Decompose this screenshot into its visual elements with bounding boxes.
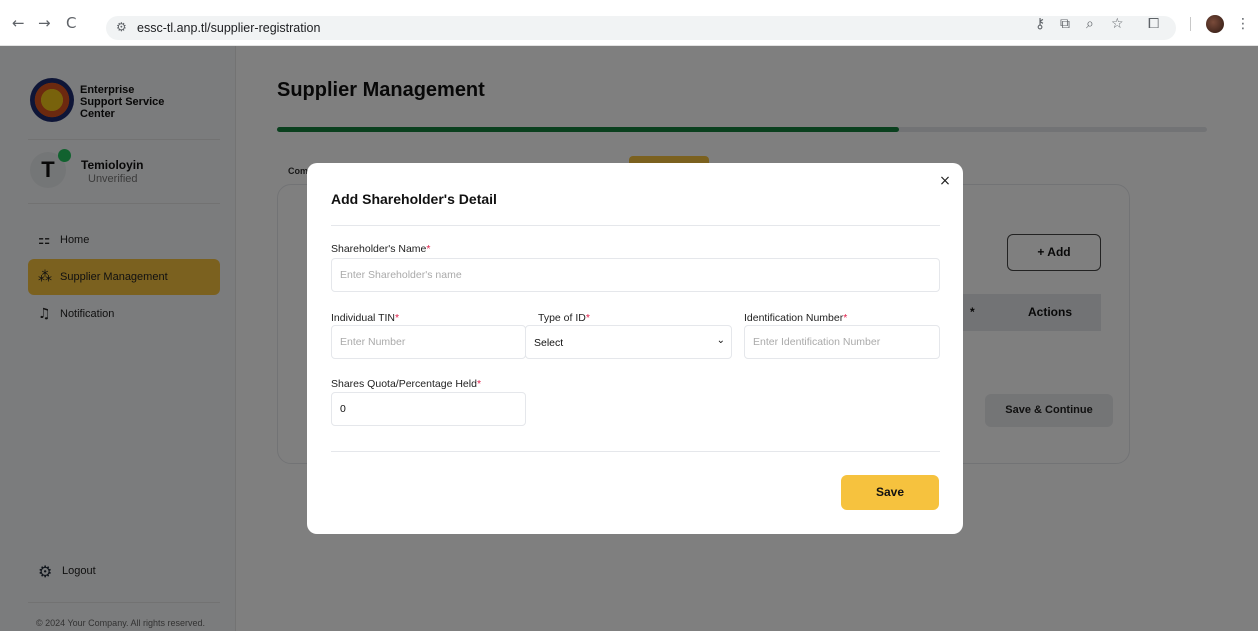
required-mark: * xyxy=(585,312,590,324)
id-number-label: Identification Number* xyxy=(744,312,847,324)
star-icon[interactable]: ☆ xyxy=(1111,15,1124,33)
label-text: Type of ID xyxy=(538,312,586,324)
required-mark: * xyxy=(426,243,431,255)
required-mark: * xyxy=(843,312,848,324)
install-icon[interactable]: ⧉ xyxy=(1060,15,1070,33)
shares-label: Shares Quota/Percentage Held* xyxy=(331,378,481,390)
select-value: Select xyxy=(534,337,564,349)
save-button[interactable]: Save xyxy=(841,475,939,510)
url-text[interactable]: essc-tl.anp.tl/supplier-registration xyxy=(137,21,320,35)
modal-divider xyxy=(331,225,940,226)
required-mark: * xyxy=(476,378,482,390)
add-shareholder-modal: Add Shareholder's Detail × Shareholder's… xyxy=(307,163,963,534)
key-icon[interactable]: ⚷ xyxy=(1035,15,1045,33)
required-mark: * xyxy=(395,312,400,324)
modal-divider xyxy=(331,451,940,452)
back-icon[interactable]: ← xyxy=(12,14,25,32)
toolbar-divider xyxy=(1190,17,1191,31)
reload-icon[interactable]: C xyxy=(66,14,76,32)
tin-input[interactable]: Enter Number xyxy=(331,325,526,359)
id-type-label: Type of ID* xyxy=(538,312,590,324)
label-text: Shareholder's Name xyxy=(331,243,427,255)
shareholder-name-label: Shareholder's Name* xyxy=(331,243,430,255)
label-text: Identification Number xyxy=(744,312,844,324)
shares-input[interactable]: 0 xyxy=(331,392,526,426)
browser-toolbar: ← → C ⚙ essc-tl.anp.tl/supplier-registra… xyxy=(0,0,1258,46)
zoom-icon[interactable]: ⌕ xyxy=(1086,15,1094,33)
shareholder-name-input[interactable]: Enter Shareholder's name xyxy=(331,258,940,292)
menu-icon[interactable]: ⋮ xyxy=(1236,15,1250,33)
close-icon[interactable]: × xyxy=(935,171,955,191)
id-type-select[interactable]: Select ⌄ xyxy=(525,325,732,359)
chevron-down-icon: ⌄ xyxy=(716,335,725,346)
id-number-input[interactable]: Enter Identification Number xyxy=(744,325,940,359)
tin-label: Individual TIN* xyxy=(331,312,399,324)
extensions-icon[interactable]: ⧠ xyxy=(1148,15,1159,33)
forward-icon[interactable]: → xyxy=(38,14,51,32)
profile-avatar[interactable] xyxy=(1206,15,1224,33)
label-text: Shares Quota/Percentage Held xyxy=(331,378,477,390)
address-bar[interactable]: ⚙ essc-tl.anp.tl/supplier-registration xyxy=(106,16,1176,40)
site-settings-icon[interactable]: ⚙ xyxy=(116,20,127,34)
modal-title: Add Shareholder's Detail xyxy=(331,191,497,207)
label-text: Individual TIN xyxy=(331,312,396,324)
